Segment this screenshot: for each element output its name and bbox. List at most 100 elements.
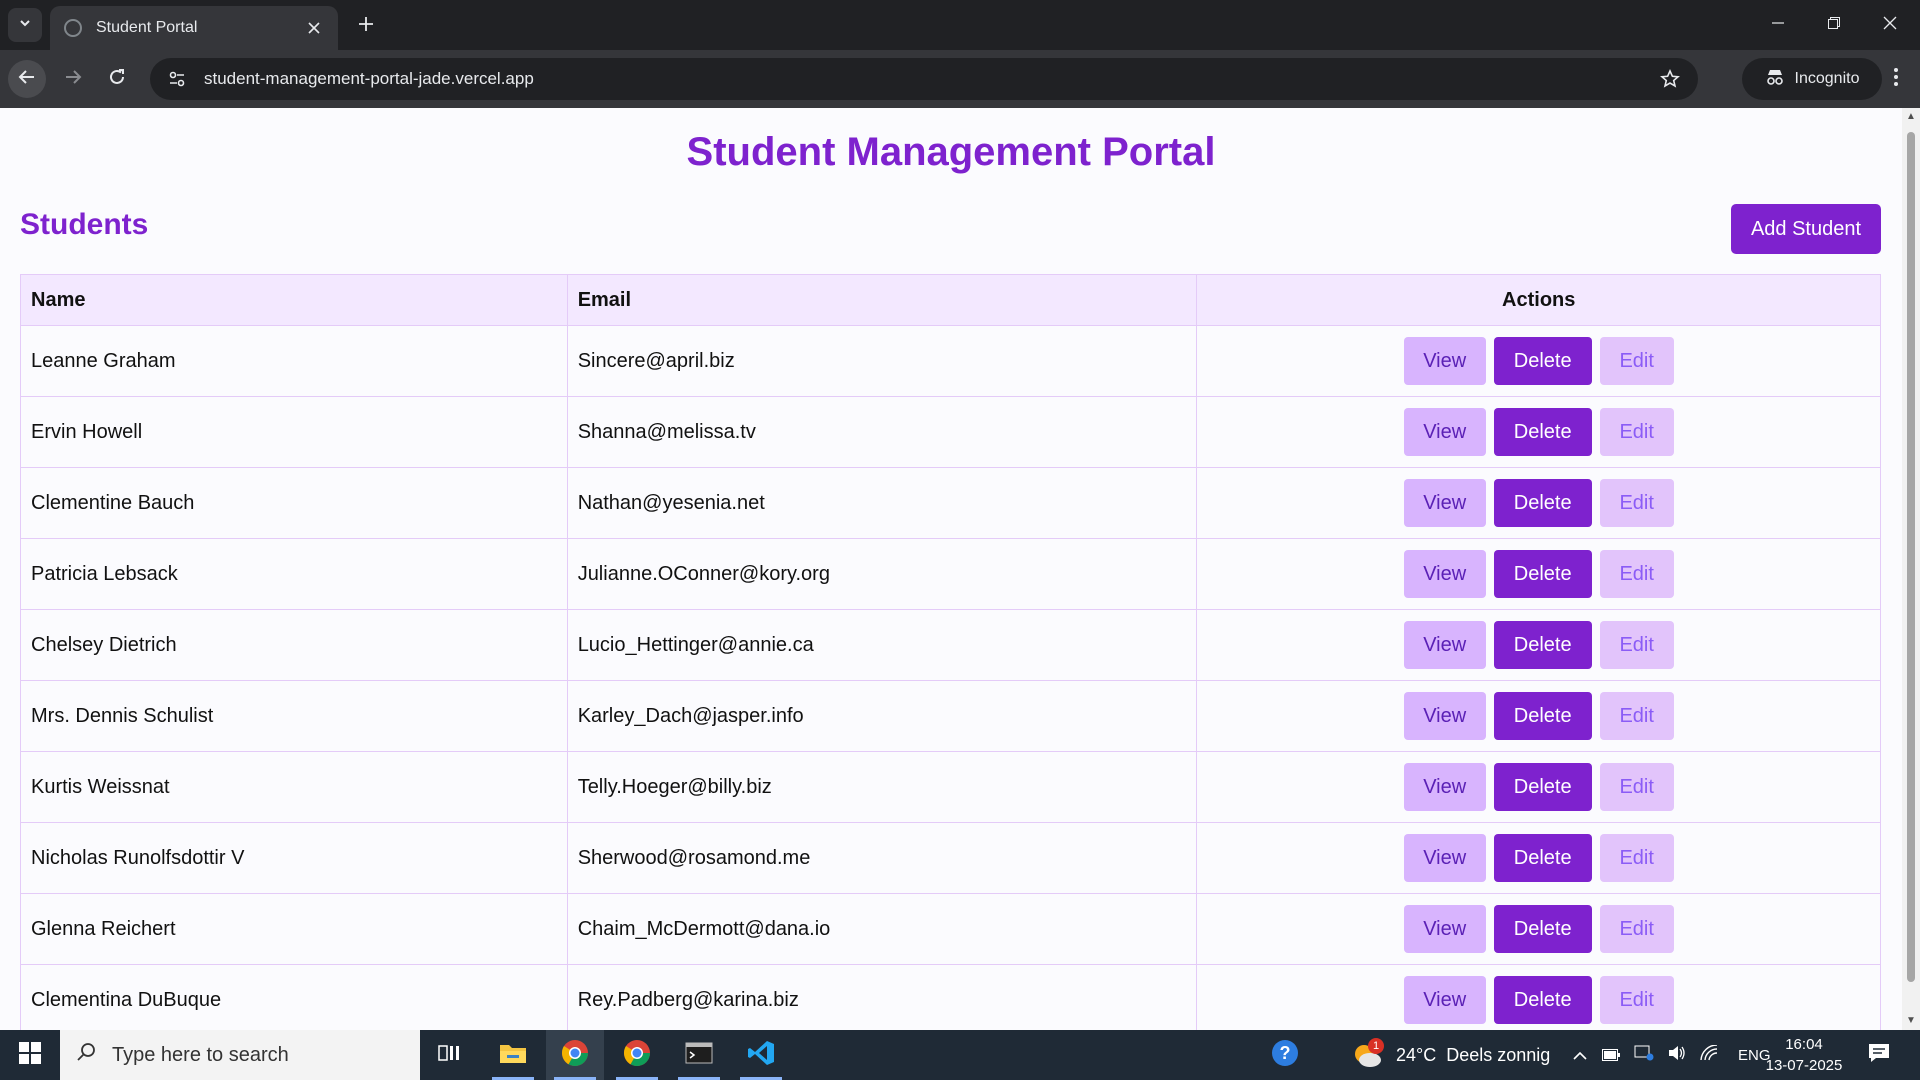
- view-button[interactable]: View: [1403, 692, 1486, 740]
- delete-button[interactable]: Delete: [1493, 408, 1592, 456]
- scrollbar-thumb[interactable]: [1907, 132, 1915, 982]
- close-window-button[interactable]: [1862, 0, 1918, 50]
- view-button[interactable]: View: [1403, 976, 1486, 1024]
- edit-button[interactable]: Edit: [1599, 408, 1674, 456]
- taskbar-search[interactable]: Type here to search: [60, 1030, 420, 1080]
- task-view-button[interactable]: [420, 1030, 478, 1080]
- edit-button[interactable]: Edit: [1599, 550, 1674, 598]
- browser-tab[interactable]: Student Portal: [50, 6, 338, 50]
- restore-button[interactable]: [1806, 0, 1862, 50]
- row-actions: View Delete Edit: [1196, 822, 1881, 894]
- incognito-indicator[interactable]: Incognito: [1742, 58, 1882, 100]
- view-button[interactable]: View: [1403, 834, 1486, 882]
- scroll-down-arrow-icon[interactable]: ▼: [1906, 1016, 1916, 1026]
- student-email: Karley_Dach@jasper.info: [566, 680, 1198, 752]
- table-row: Kurtis Weissnat Telly.Hoeger@billy.biz Vie…: [20, 751, 1881, 823]
- table-row: Patricia Lebsack Julianne.OConner@kory.or…: [20, 538, 1881, 610]
- row-actions: View Delete Edit: [1196, 396, 1881, 468]
- taskbar-terminal[interactable]: [670, 1030, 728, 1080]
- edit-button[interactable]: Edit: [1599, 621, 1674, 669]
- volume-icon[interactable]: [1668, 1045, 1686, 1066]
- student-name: Nicholas Runolfsdottir V: [20, 822, 568, 894]
- restore-icon: [1828, 16, 1840, 34]
- edit-button[interactable]: Edit: [1599, 692, 1674, 740]
- chevron-up-icon[interactable]: [1572, 1045, 1588, 1066]
- delete-button[interactable]: Delete: [1493, 550, 1592, 598]
- edit-button[interactable]: Edit: [1599, 763, 1674, 811]
- weather-sun-cloud-icon: 1: [1350, 1038, 1384, 1070]
- delete-button[interactable]: Delete: [1493, 337, 1592, 385]
- tab-search-button[interactable]: [8, 8, 42, 42]
- site-info-icon[interactable]: [166, 68, 188, 90]
- table-row: Clementine Bauch Nathan@yesenia.net View De…: [20, 467, 1881, 539]
- student-email: Julianne.OConner@kory.org: [566, 538, 1198, 610]
- network-status-icon[interactable]: [1634, 1045, 1654, 1066]
- chrome-icon: [623, 1039, 651, 1072]
- forward-button[interactable]: [54, 60, 92, 98]
- weather-text: 24°C Deels zonnig: [1396, 1044, 1551, 1065]
- table-body: Leanne Graham Sincere@april.biz View Delete…: [20, 325, 1881, 1030]
- minimize-button[interactable]: [1750, 0, 1806, 50]
- wifi-icon[interactable]: [1700, 1043, 1718, 1066]
- delete-button[interactable]: Delete: [1493, 763, 1592, 811]
- student-name: Clementine Bauch: [20, 467, 568, 539]
- view-button[interactable]: View: [1403, 337, 1486, 385]
- bookmark-star-icon[interactable]: [1658, 67, 1682, 91]
- view-button[interactable]: View: [1403, 763, 1486, 811]
- clock-date: 13-07-2025: [1765, 1057, 1843, 1074]
- back-button[interactable]: [8, 60, 46, 98]
- row-actions: View Delete Edit: [1196, 467, 1881, 539]
- notification-center-button[interactable]: [1868, 1030, 1890, 1080]
- view-button[interactable]: View: [1403, 479, 1486, 527]
- view-button[interactable]: View: [1403, 550, 1486, 598]
- address-bar[interactable]: student-management-portal-jade.vercel.ap…: [150, 58, 1698, 100]
- table-row: Ervin Howell Shanna@melissa.tv View Delete E…: [20, 396, 1881, 468]
- delete-button[interactable]: Delete: [1493, 976, 1592, 1024]
- incognito-label: Incognito: [1794, 70, 1860, 87]
- table-row: Mrs. Dennis Schulist Karley_Dach@jasper.i…: [20, 680, 1881, 752]
- help-tray-button[interactable]: ?: [1270, 1030, 1300, 1080]
- student-name: Ervin Howell: [20, 396, 568, 468]
- taskbar-vscode[interactable]: [732, 1030, 790, 1080]
- delete-button[interactable]: Delete: [1493, 692, 1592, 740]
- taskbar-file-explorer[interactable]: [484, 1030, 542, 1080]
- view-button[interactable]: View: [1403, 408, 1486, 456]
- reload-button[interactable]: [98, 60, 136, 98]
- edit-button[interactable]: Edit: [1599, 976, 1674, 1024]
- row-actions: View Delete Edit: [1196, 893, 1881, 965]
- arrow-left-icon: [18, 68, 36, 91]
- delete-button[interactable]: Delete: [1493, 621, 1592, 669]
- edit-button[interactable]: Edit: [1599, 479, 1674, 527]
- close-icon[interactable]: [304, 18, 324, 38]
- chrome-icon: [561, 1039, 589, 1072]
- student-name: Clementina DuBuque: [20, 964, 568, 1030]
- delete-button[interactable]: Delete: [1493, 834, 1592, 882]
- search-icon: [76, 1042, 96, 1068]
- new-tab-button[interactable]: [352, 12, 380, 40]
- reload-icon: [108, 68, 126, 91]
- browser-menu-button[interactable]: [1880, 62, 1912, 96]
- page-scrollbar[interactable]: ▲ ▼: [1902, 108, 1920, 1030]
- weather-widget[interactable]: 1 24°C Deels zonnig: [1350, 1030, 1550, 1080]
- view-button[interactable]: View: [1403, 905, 1486, 953]
- delete-button[interactable]: Delete: [1493, 905, 1592, 953]
- weather-badge: 1: [1368, 1038, 1384, 1054]
- browser-toolbar: student-management-portal-jade.vercel.ap…: [0, 50, 1920, 108]
- column-header-actions: Actions: [1196, 274, 1881, 326]
- page-content: Student Management Portal Students Add S…: [0, 108, 1902, 1030]
- close-icon: [1883, 16, 1897, 35]
- battery-icon[interactable]: [1602, 1045, 1620, 1066]
- taskbar-chrome-2[interactable]: [608, 1030, 666, 1080]
- scroll-up-arrow-icon[interactable]: ▲: [1906, 112, 1916, 122]
- students-table: Name Email Actions Leanne Graham Sincere@…: [20, 274, 1881, 1030]
- edit-button[interactable]: Edit: [1599, 337, 1674, 385]
- student-name: Patricia Lebsack: [20, 538, 568, 610]
- taskbar-chrome-1[interactable]: [546, 1030, 604, 1080]
- view-button[interactable]: View: [1403, 621, 1486, 669]
- edit-button[interactable]: Edit: [1599, 905, 1674, 953]
- add-student-button[interactable]: Add Student: [1731, 204, 1881, 254]
- taskbar-clock[interactable]: 16:04 13-07-2025: [1764, 1034, 1844, 1076]
- delete-button[interactable]: Delete: [1493, 479, 1592, 527]
- edit-button[interactable]: Edit: [1599, 834, 1674, 882]
- start-button[interactable]: [0, 1030, 60, 1080]
